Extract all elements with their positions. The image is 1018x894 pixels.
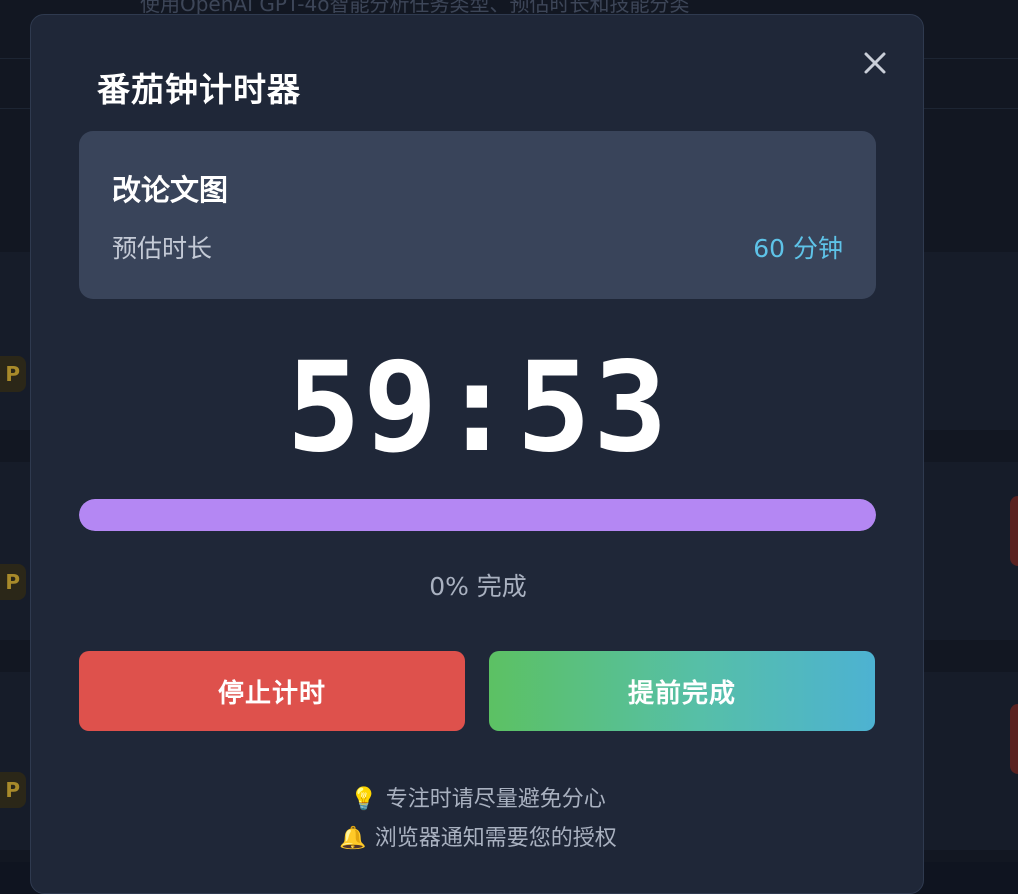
focus-tip-text: 专注时请尽量避免分心 [386,787,606,812]
complete-early-button[interactable]: 提前完成 [489,651,875,731]
progress-bar [79,499,876,531]
priority-badge: P [0,356,26,392]
priority-badge: P [0,772,26,808]
estimate-label: 预估时长 [112,229,212,265]
background-delete-button [1010,704,1018,774]
progress-text: 0% 完成 [31,567,925,603]
focus-tip: 💡 专注时请尽量避免分心 [31,781,925,813]
countdown-timer: 59:53 [31,333,925,483]
modal-title: 番茄钟计时器 [97,63,301,111]
notification-tip-text: 浏览器通知需要您的授权 [375,826,617,851]
close-icon[interactable] [859,47,891,79]
stop-timer-button[interactable]: 停止计时 [79,651,465,731]
task-info-card: 改论文图 预估时长 60 分钟 [79,131,876,299]
progress-bar-fill [79,499,876,531]
pomodoro-modal: 番茄钟计时器 改论文图 预估时长 60 分钟 59:53 0% 完成 停止计时 … [30,14,924,894]
notification-tip: 🔔 浏览器通知需要您的授权 [31,820,925,852]
bell-icon: 🔔 [339,826,366,851]
priority-badge: P [0,564,26,600]
background-delete-button [1010,496,1018,566]
lightbulb-icon: 💡 [350,787,377,812]
estimate-value: 60 分钟 [753,229,843,265]
task-name: 改论文图 [112,167,228,209]
